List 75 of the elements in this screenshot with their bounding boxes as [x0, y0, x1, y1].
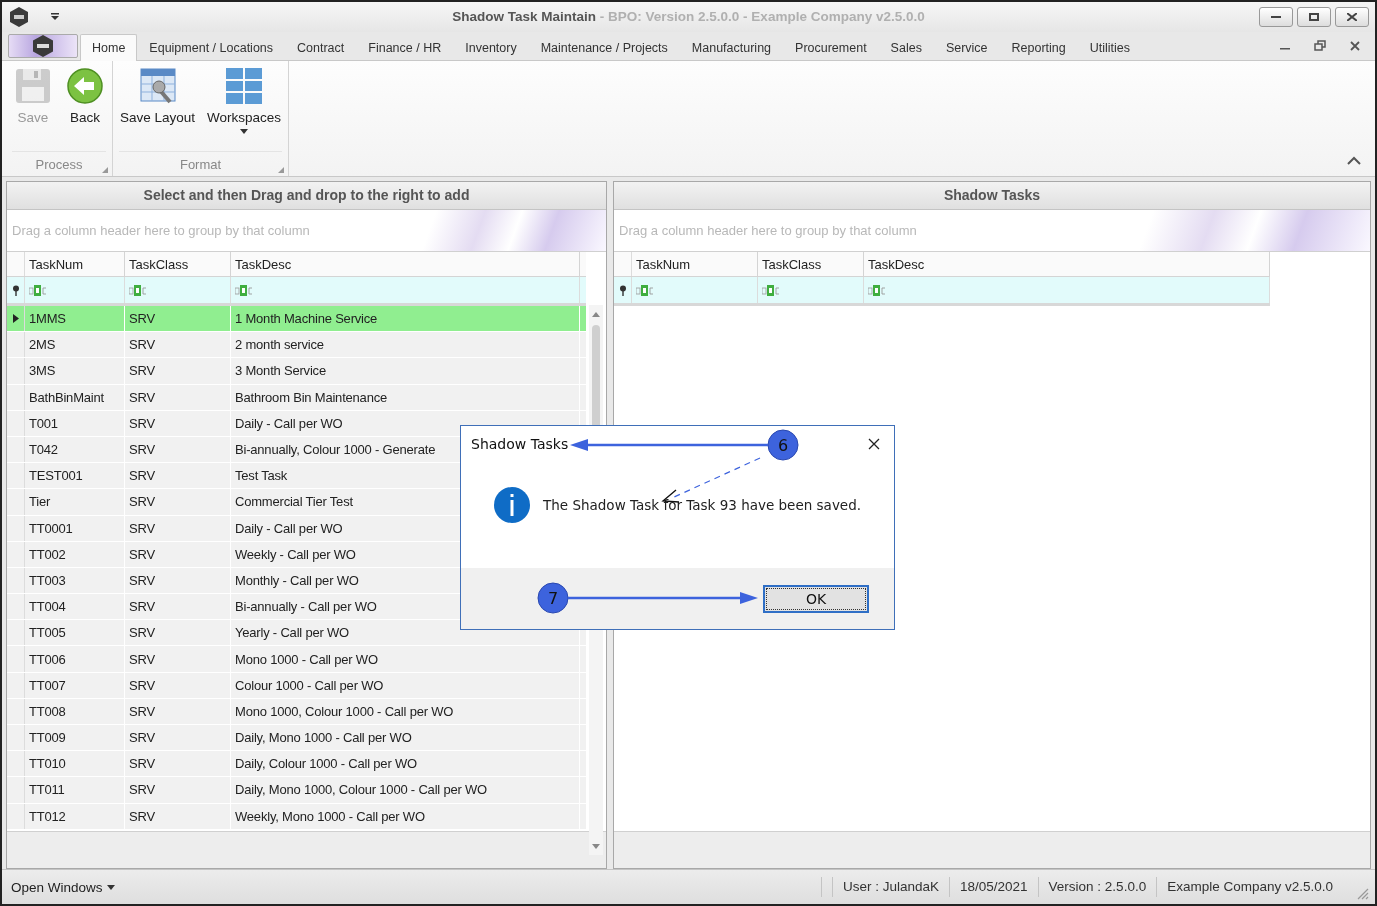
table-cell: SRV [129, 311, 155, 327]
table-cell: Mono 1000, Colour 1000 - Call per WO [235, 703, 454, 719]
table-cell: TT003 [29, 572, 66, 588]
table-cell: T001 [29, 415, 58, 431]
table-cell: TT0001 [29, 520, 73, 536]
table-cell: SRV [129, 703, 155, 719]
table-cell: TT010 [29, 756, 66, 772]
table-cell: Weekly - Call per WO [235, 546, 356, 562]
table-cell: SRV [129, 546, 155, 562]
table-cell: Test Task [235, 468, 288, 484]
table-cell: TEST001 [29, 468, 83, 484]
table-cell: SRV [129, 599, 155, 615]
table-cell: Bi-annually, Colour 1000 - Generate [235, 442, 436, 458]
group-label: Process [35, 156, 83, 172]
table-cell: Bathroom Bin Maintenance [235, 389, 387, 405]
table-cell: 2MS [29, 337, 56, 353]
group-panel-hint: Drag a column header here to group by that column [619, 223, 917, 238]
table-cell: SRV [129, 415, 155, 431]
table-cell: Commercial Tier Test [235, 494, 353, 510]
table-cell: 2 month service [235, 337, 324, 353]
status-field: Example Company v2.5.0.0 [1156, 877, 1343, 897]
table-cell: SRV [129, 808, 155, 824]
table-cell: TT002 [29, 546, 66, 562]
table-cell: SRV [129, 625, 155, 641]
dialog-title: Shadow Tasks [471, 436, 569, 452]
table-cell: SRV [129, 756, 155, 772]
table-cell: Weekly, Mono 1000 - Call per WO [235, 808, 425, 824]
table-cell: Daily, Mono 1000, Colour 1000 - Call per WO [235, 782, 487, 798]
table-cell: SRV [129, 389, 155, 405]
table-cell: TT006 [29, 651, 66, 667]
table-cell: SRV [129, 337, 155, 353]
table-cell: T042 [29, 442, 58, 458]
table-cell: 3 Month Service [235, 363, 326, 379]
table-cell: SRV [129, 782, 155, 798]
group-label: Format [179, 156, 222, 172]
table-cell: TT011 [29, 782, 65, 798]
step-number-marker: 7 [537, 582, 569, 614]
table-cell: Mono 1000 - Call per WO [235, 651, 378, 667]
table-cell: Monthly - Call per WO [235, 572, 359, 588]
table-cell: BathBinMaint [29, 389, 104, 405]
table-cell: SRV [129, 572, 155, 588]
status-field: Version : 2.5.0.0 [1037, 877, 1157, 897]
table-cell: SRV [129, 730, 155, 746]
status-field: User : JulandaK [831, 877, 949, 897]
table-cell: TT012 [29, 808, 66, 824]
table-cell: TT007 [29, 677, 66, 693]
window-subtitle: - BPO: Version 2.5.0.0 - Example Company v2.5.0.0 [598, 9, 925, 24]
panel-header: Select and then Drag and drop to the right to add [7, 182, 606, 210]
table-cell: Daily - Call per WO [235, 520, 343, 536]
table-cell: TT009 [29, 730, 66, 746]
table-cell: SRV [129, 520, 155, 536]
table-cell: Daily, Mono 1000 - Call per WO [235, 730, 412, 746]
table-cell: SRV [129, 677, 155, 693]
table-cell: 3MS [29, 363, 56, 379]
table-cell: Daily - Call per WO [235, 415, 343, 431]
panel-header: Shadow Tasks [614, 182, 1370, 210]
table-cell: 1MMS [29, 311, 66, 327]
group-panel-hint: Drag a column header here to group by that column [12, 223, 310, 238]
table-cell: Yearly - Call per WO [235, 625, 349, 641]
table-cell: Tier [29, 494, 51, 510]
status-field: 18/05/2021 [949, 877, 1038, 897]
table-cell: SRV [129, 363, 155, 379]
table-cell: Colour 1000 - Call per WO [235, 677, 384, 693]
table-cell: TT004 [29, 599, 66, 615]
table-cell: Bi-annually - Call per WO [235, 599, 377, 615]
table-cell: Daily, Colour 1000 - Call per WO [235, 756, 417, 772]
table-cell: 1 Month Machine Service [235, 311, 378, 327]
table-cell: SRV [129, 468, 155, 484]
step-number-marker: 6 [767, 429, 799, 461]
table-cell: TT005 [29, 625, 66, 641]
table-cell: SRV [129, 442, 155, 458]
table-cell: SRV [129, 651, 155, 667]
window-title: Shadow Task Maintain [452, 9, 597, 24]
table-cell: SRV [129, 494, 155, 510]
table-cell: TT008 [29, 703, 66, 719]
